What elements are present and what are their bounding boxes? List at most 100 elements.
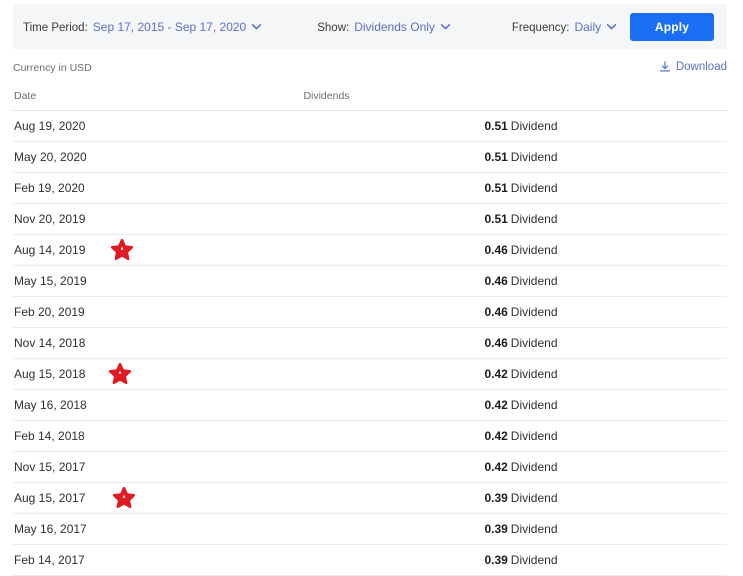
- dividend-type-label: Dividend: [510, 181, 558, 195]
- date-value: May 15, 2019: [14, 274, 87, 288]
- show-label: Show:: [317, 21, 350, 34]
- dividend-type-label: Dividend: [510, 243, 558, 257]
- frequency-filter[interactable]: Frequency: Daily: [512, 20, 617, 34]
- chevron-down-icon[interactable]: [252, 23, 262, 30]
- date-value: Aug 14, 2019: [14, 243, 86, 257]
- table-row: May 15, 2019 0.46 Dividend: [13, 265, 727, 297]
- table-row: Aug 15, 2017 0.39 Dividend: [13, 482, 727, 514]
- dividend-type-label: Dividend: [510, 119, 558, 133]
- frequency-value[interactable]: Daily: [574, 20, 601, 34]
- dividend-type-label: Dividend: [510, 336, 558, 350]
- dividend-type-label: Dividend: [510, 305, 558, 319]
- date-value: Feb 14, 2018: [14, 429, 85, 443]
- cell-dividend: 0.42 Dividend: [303, 358, 727, 390]
- table-row: Feb 14, 2017 0.39 Dividend: [13, 544, 727, 576]
- table-header-row: Date Dividends: [13, 90, 727, 111]
- date-value: Aug 15, 2018: [14, 367, 86, 381]
- cell-date: Aug 14, 2019: [13, 234, 304, 266]
- dividend-type-label: Dividend: [510, 212, 558, 226]
- dividend-amount: 0.42: [484, 398, 508, 412]
- dividend-type-label: Dividend: [510, 491, 558, 505]
- date-value: Feb 19, 2020: [14, 181, 85, 195]
- table-row: Nov 14, 2018 0.46 Dividend: [13, 327, 727, 359]
- table-row: Aug 15, 2018 0.42 Dividend: [13, 358, 727, 390]
- date-value: Aug 19, 2020: [14, 119, 86, 133]
- download-link[interactable]: Download: [659, 61, 727, 73]
- cell-dividend: 0.51 Dividend: [303, 203, 727, 235]
- cell-date: May 16, 2017: [13, 513, 304, 545]
- dividend-type-label: Dividend: [510, 150, 558, 164]
- dividend-amount: 0.46: [484, 243, 508, 257]
- star-annotation-icon: [110, 238, 134, 262]
- table-body: Aug 19, 2020 0.51 Dividend May 20, 2020 0.51…: [13, 110, 727, 576]
- cell-dividend: 0.51 Dividend: [303, 110, 727, 142]
- cell-date: Aug 15, 2018: [13, 358, 304, 390]
- dividend-amount: 0.39: [484, 553, 508, 567]
- cell-date: Feb 19, 2020: [13, 172, 304, 204]
- table-meta-row: Currency in USD Download: [13, 61, 727, 80]
- time-period-filter[interactable]: Time Period: Sep 17, 2015 - Sep 17, 2020: [23, 20, 262, 34]
- date-value: Nov 20, 2019: [14, 212, 86, 226]
- dividend-amount: 0.51: [484, 150, 508, 164]
- cell-dividend: 0.39 Dividend: [303, 513, 727, 545]
- cell-date: Feb 14, 2017: [13, 544, 304, 576]
- apply-button[interactable]: Apply: [630, 13, 714, 41]
- date-value: Feb 20, 2019: [14, 305, 85, 319]
- cell-dividend: 0.46 Dividend: [303, 265, 727, 297]
- download-icon: [659, 61, 671, 73]
- table-row: May 16, 2017 0.39 Dividend: [13, 513, 727, 545]
- cell-dividend: 0.42 Dividend: [303, 451, 727, 483]
- dividend-amount: 0.42: [484, 460, 508, 474]
- table-row: May 20, 2020 0.51 Dividend: [13, 141, 727, 173]
- chevron-down-icon[interactable]: [440, 23, 450, 30]
- date-value: May 16, 2017: [14, 522, 87, 536]
- table-row: Nov 15, 2017 0.42 Dividend: [13, 451, 727, 483]
- show-filter[interactable]: Show: Dividends Only: [317, 20, 450, 34]
- cell-dividend: 0.51 Dividend: [303, 141, 727, 173]
- cell-dividend: 0.39 Dividend: [303, 482, 727, 514]
- column-header-date: Date: [13, 90, 304, 111]
- date-value: Nov 14, 2018: [14, 336, 86, 350]
- dividend-type-label: Dividend: [510, 460, 558, 474]
- dividend-amount: 0.39: [484, 491, 508, 505]
- cell-dividend: 0.39 Dividend: [303, 544, 727, 576]
- dividend-amount: 0.51: [484, 119, 508, 133]
- dividend-table: Date Dividends Aug 19, 2020 0.51 Dividend M…: [13, 90, 727, 576]
- cell-dividend: 0.46 Dividend: [303, 327, 727, 359]
- cell-date: May 15, 2019: [13, 265, 304, 297]
- cell-date: Nov 14, 2018: [13, 327, 304, 359]
- cell-date: Aug 15, 2017: [13, 482, 304, 514]
- table-row: Aug 14, 2019 0.46 Dividend: [13, 234, 727, 266]
- cell-date: May 16, 2018: [13, 389, 304, 421]
- table-row: Aug 19, 2020 0.51 Dividend: [13, 110, 727, 142]
- dividend-type-label: Dividend: [510, 367, 558, 381]
- cell-date: Feb 14, 2018: [13, 420, 304, 452]
- cell-dividend: 0.42 Dividend: [303, 420, 727, 452]
- cell-dividend: 0.51 Dividend: [303, 172, 727, 204]
- show-value[interactable]: Dividends Only: [354, 20, 435, 34]
- dividend-amount: 0.46: [484, 305, 508, 319]
- table-row: Feb 14, 2018 0.42 Dividend: [13, 420, 727, 452]
- time-period-label: Time Period:: [23, 21, 88, 34]
- dividend-amount: 0.46: [484, 336, 508, 350]
- chevron-down-icon[interactable]: [607, 23, 617, 30]
- time-period-value[interactable]: Sep 17, 2015 - Sep 17, 2020: [93, 20, 246, 34]
- cell-dividend: 0.46 Dividend: [303, 296, 727, 328]
- date-value: Aug 15, 2017: [14, 491, 86, 505]
- dividend-amount: 0.42: [484, 429, 508, 443]
- dividend-amount: 0.42: [484, 367, 508, 381]
- date-value: May 16, 2018: [14, 398, 87, 412]
- currency-note: Currency in USD: [13, 62, 92, 74]
- dividend-amount: 0.46: [484, 274, 508, 288]
- dividend-history-page: Time Period: Sep 17, 2015 - Sep 17, 2020…: [0, 0, 743, 576]
- star-annotation-icon: [112, 486, 136, 510]
- date-value: Feb 14, 2017: [14, 553, 85, 567]
- download-label: Download: [675, 61, 727, 73]
- cell-date: Nov 15, 2017: [13, 451, 304, 483]
- cell-date: Aug 19, 2020: [13, 110, 304, 142]
- table-row: Nov 20, 2019 0.51 Dividend: [13, 203, 727, 235]
- dividend-type-label: Dividend: [510, 398, 558, 412]
- star-annotation-icon: [108, 362, 132, 386]
- column-header-dividends: Dividends: [303, 90, 727, 111]
- table-row: Feb 19, 2020 0.51 Dividend: [13, 172, 727, 204]
